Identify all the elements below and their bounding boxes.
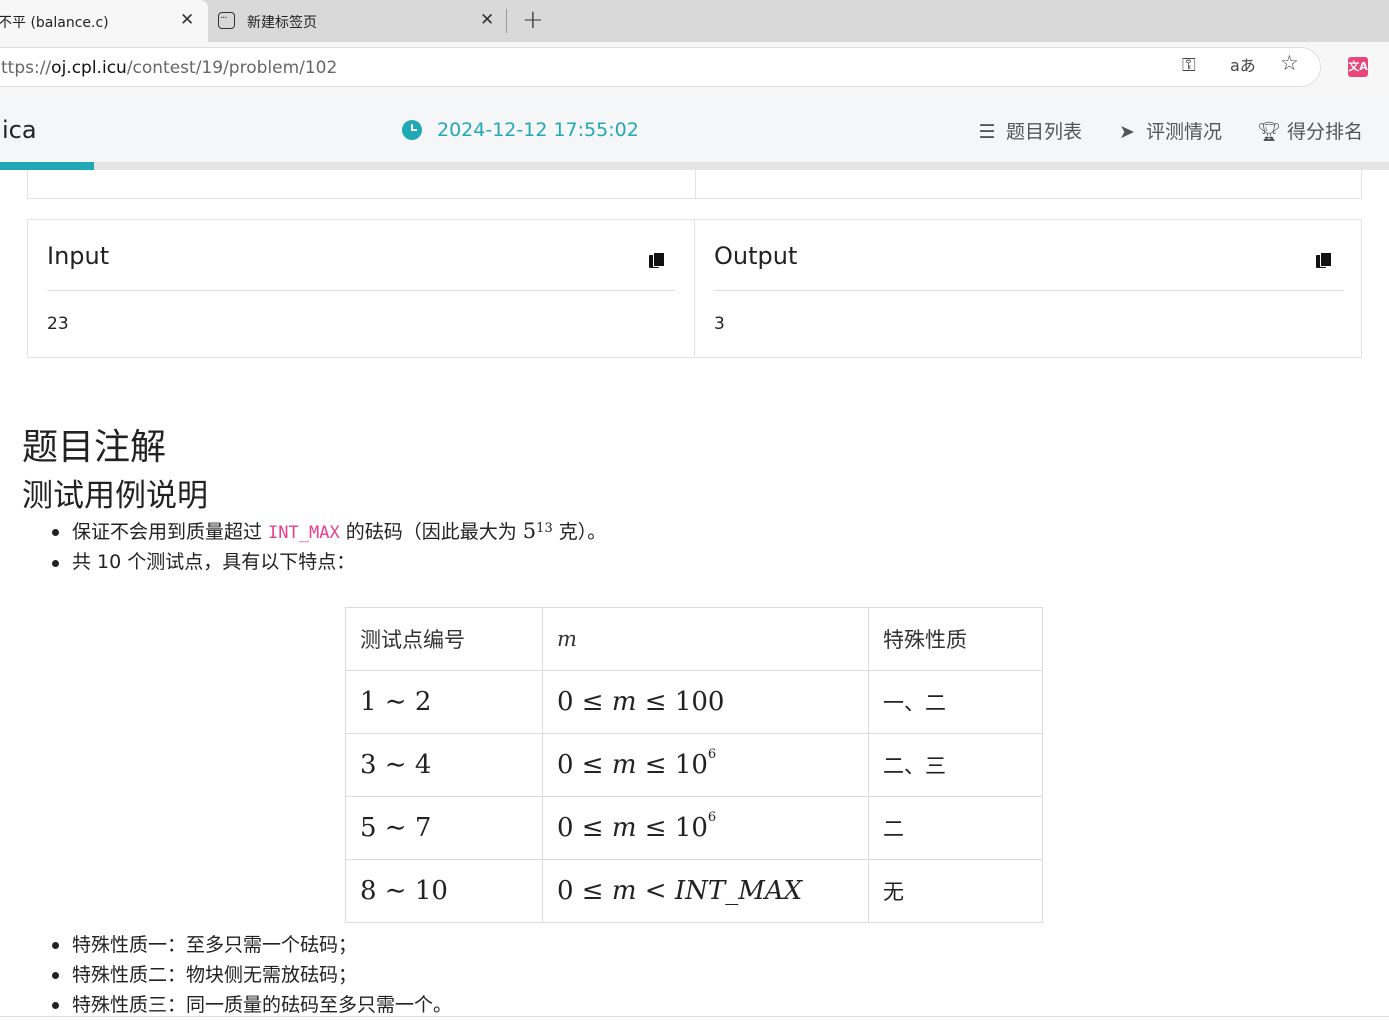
- site-brand[interactable]: ica: [2, 116, 37, 144]
- column-header: 测试点编号: [345, 607, 543, 671]
- new-tab-button[interactable]: +: [522, 6, 544, 34]
- previous-sample-box: [27, 170, 1362, 199]
- sample-output-title: Output: [714, 242, 798, 270]
- copy-icon[interactable]: [649, 252, 665, 268]
- table-cell: 5 ∼ 7: [345, 796, 543, 860]
- star-icon[interactable]: ☆: [1280, 53, 1299, 74]
- table-row: 8 ∼ 10 0 ≤ m < INT_MAX 无: [345, 859, 1043, 923]
- contest-progress-fill: [0, 162, 95, 170]
- bottom-divider: [0, 1016, 1389, 1017]
- paper-plane-icon: ➤: [1119, 121, 1135, 143]
- table-cell: 3 ∼ 4: [345, 733, 543, 797]
- sample-output-box: Output 3: [694, 219, 1362, 358]
- tab-title: 新建标签页: [247, 15, 317, 31]
- sample-output-value: 3: [714, 314, 725, 334]
- int-max-code: INT_MAX: [268, 523, 340, 543]
- tab-separator: [506, 9, 507, 33]
- list-icon: ☰: [978, 121, 996, 143]
- notes-list: 保证不会用到质量超过 INT_MAX 的砝码（因此最大为 513 克）。 共 1…: [50, 516, 606, 578]
- trophy-icon: 🏆︎: [1257, 121, 1282, 143]
- key-icon[interactable]: ⚿: [1182, 56, 1196, 76]
- copy-icon[interactable]: [1316, 252, 1332, 268]
- table-cell: 1 ∼ 2: [345, 670, 543, 734]
- test-cases-subheading: 测试用例说明: [22, 478, 208, 514]
- clock-icon: [402, 120, 422, 140]
- divider: [714, 290, 1344, 291]
- table-cell: 8 ∼ 10: [345, 859, 543, 923]
- table-cell: 二、三: [868, 733, 1043, 797]
- tab-title: 不平 (balance.c): [0, 15, 109, 31]
- test-case-table: 测试点编号 m 特殊性质 1 ∼ 2 0 ≤ m ≤ 100 一、二 3 ∼ 4…: [345, 607, 1043, 923]
- list-item: 保证不会用到质量超过 INT_MAX 的砝码（因此最大为 513 克）。: [50, 516, 606, 547]
- table-row: 3 ∼ 4 0 ≤ m ≤ 106 二、三: [345, 733, 1043, 797]
- site-header: ica 2024-12-12 17:55:02 ☰ 题目列表 ➤ 评测情况 🏆︎ 得分…: [0, 94, 1389, 170]
- close-icon[interactable]: ✕: [180, 10, 194, 30]
- table-cell: 无: [868, 859, 1043, 923]
- contest-progress-bar: [0, 162, 1389, 170]
- table-cell: 0 ≤ m ≤ 106: [542, 733, 869, 797]
- sample-input-value: 23: [47, 314, 69, 334]
- table-row: 5 ∼ 7 0 ≤ m ≤ 106 二: [345, 796, 1043, 860]
- sample-input-box: Input 23: [27, 219, 695, 358]
- tab-strip: 不平 (balance.c) ✕ 新建标签页 ✕ +: [0, 0, 1389, 42]
- column-header: m: [542, 607, 869, 671]
- sample-input-title: Input: [47, 242, 110, 270]
- url-text: ttps://oj.cpl.icu/contest/19/problem/102: [1, 58, 338, 78]
- notes-heading: 题目注解: [22, 427, 167, 468]
- properties-list: 特殊性质一：至多只需一个砝码； 特殊性质二：物块侧无需放砝码； 特殊性质三：同一…: [50, 930, 452, 1020]
- list-item: 共 10 个测试点，具有以下特点：: [50, 547, 606, 578]
- list-item: 特殊性质一：至多只需一个砝码；: [50, 930, 452, 960]
- close-icon[interactable]: ✕: [480, 10, 494, 30]
- tab-balance[interactable]: 不平 (balance.c) ✕: [0, 0, 208, 42]
- table-cell: 二: [868, 796, 1043, 860]
- address-bar: ttps://oj.cpl.icu/contest/19/problem/102…: [0, 42, 1389, 94]
- new-tab-page-icon: [218, 12, 235, 29]
- max-weight-math: 513: [522, 519, 553, 543]
- column-header: 特殊性质: [868, 607, 1043, 671]
- translate-icon[interactable]: aあ: [1230, 56, 1256, 76]
- extension-icon[interactable]: 文A: [1348, 57, 1368, 77]
- table-cell: 0 ≤ m ≤ 106: [542, 796, 869, 860]
- divider: [47, 290, 675, 291]
- table-cell: 0 ≤ m ≤ 100: [542, 670, 869, 734]
- nav-problem-list[interactable]: ☰ 题目列表: [976, 117, 1082, 143]
- nav-ranking[interactable]: 🏆︎ 得分排名: [1257, 117, 1363, 143]
- nav-submissions[interactable]: ➤ 评测情况: [1116, 117, 1222, 143]
- contest-datetime: 2024-12-12 17:55:02: [437, 119, 639, 141]
- url-input[interactable]: ttps://oj.cpl.icu/contest/19/problem/102: [0, 47, 1321, 87]
- table-cell: 一、二: [868, 670, 1043, 734]
- table-header-row: 测试点编号 m 特殊性质: [345, 607, 1043, 671]
- list-item: 特殊性质二：物块侧无需放砝码；: [50, 960, 452, 990]
- table-row: 1 ∼ 2 0 ≤ m ≤ 100 一、二: [345, 670, 1043, 734]
- table-cell: 0 ≤ m < INT_MAX: [542, 859, 869, 923]
